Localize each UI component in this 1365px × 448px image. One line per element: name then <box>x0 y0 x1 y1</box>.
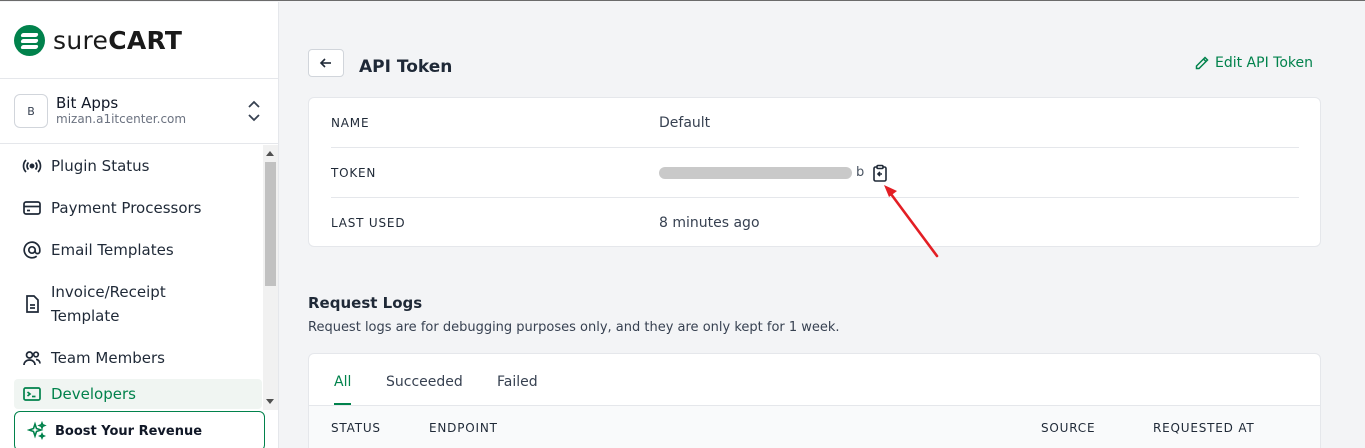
token-tail: b <box>856 165 865 180</box>
edit-api-token-link[interactable]: Edit API Token <box>1194 55 1313 71</box>
annotation-arrow-icon <box>884 185 939 258</box>
request-logs-card: All Succeeded Failed STATUS ENDPOINT SOU… <box>308 353 1321 448</box>
sidebar-item-team-members[interactable]: Team Members <box>0 337 262 379</box>
store-name: Bit Apps <box>56 94 119 112</box>
store-avatar: B <box>14 94 48 128</box>
sidebar-item-payment-processors[interactable]: Payment Processors <box>0 187 262 229</box>
users-icon <box>22 348 42 368</box>
column-status: STATUS <box>331 421 381 435</box>
sidebar-item-email-templates[interactable]: Email Templates <box>0 229 262 271</box>
arrow-left-icon <box>319 58 331 68</box>
sidebar-item-invoice-receipt-template[interactable]: Invoice/Receipt Template <box>0 271 262 337</box>
brand[interactable]: sureCART <box>0 2 278 79</box>
store-url: mizan.a1itcenter.com <box>56 112 187 126</box>
token-redacted-mask <box>659 166 852 179</box>
sidebar-nav: Plugin Status Payment Processors Email T… <box>0 145 262 409</box>
request-logs-title: Request Logs <box>308 294 423 312</box>
sidebar-scroll-thumb[interactable] <box>265 162 276 286</box>
sidebar-item-plugin-status[interactable]: Plugin Status <box>0 145 262 187</box>
sidebar-item-label: Developers <box>51 385 136 403</box>
boost-revenue-label: Boost Your Revenue <box>55 423 203 439</box>
sidebar-scrollbar[interactable] <box>263 145 278 410</box>
sidebar-item-label: Plugin Status <box>51 157 150 175</box>
sidebar-item-label: Team Members <box>51 349 165 367</box>
back-button[interactable] <box>308 49 344 77</box>
surecart-logo-icon <box>14 24 45 56</box>
label-line-1: Invoice/Receipt <box>51 283 166 301</box>
chevron-up-down-icon <box>248 100 260 122</box>
api-token-details-card: NAME Default TOKEN b LAST USED 8 minutes… <box>308 97 1321 247</box>
detail-value: Default <box>659 114 711 131</box>
store-switcher[interactable]: B Bit Apps mizan.a1itcenter.com <box>0 79 278 144</box>
column-endpoint: ENDPOINT <box>429 421 498 435</box>
tab-all[interactable]: All <box>334 374 352 405</box>
sidebar-item-label: Email Templates <box>51 241 174 259</box>
detail-row-last-used: LAST USED 8 minutes ago <box>331 198 1299 248</box>
detail-row-name: NAME Default <box>331 98 1299 148</box>
sidebar-item-label: Invoice/Receipt Template <box>51 280 166 328</box>
column-source: SOURCE <box>1041 421 1096 435</box>
scroll-up-arrow-icon[interactable] <box>266 151 274 156</box>
sidebar-item-label: Payment Processors <box>51 199 202 217</box>
detail-value: 8 minutes ago <box>659 215 760 231</box>
log-tabs: All Succeeded Failed <box>309 354 1320 406</box>
sparkles-icon <box>27 421 47 441</box>
terminal-icon <box>22 384 42 404</box>
copy-clipboard-icon[interactable] <box>872 164 888 182</box>
token-value: b <box>659 164 888 182</box>
logs-table-header: STATUS ENDPOINT SOURCE REQUESTED AT <box>309 406 1320 448</box>
at-sign-icon <box>22 240 42 260</box>
broadcast-icon <box>22 156 42 176</box>
credit-card-icon <box>22 198 42 218</box>
request-logs-description: Request logs are for debugging purposes … <box>308 320 840 335</box>
detail-key: LAST USED <box>331 216 406 230</box>
detail-key: NAME <box>331 115 370 130</box>
tab-failed[interactable]: Failed <box>497 374 538 405</box>
page-scrollbar[interactable] <box>1351 2 1365 448</box>
sidebar-item-developers[interactable]: Developers <box>14 379 262 409</box>
page-title: API Token <box>359 57 453 77</box>
pencil-icon <box>1194 55 1210 71</box>
boost-revenue-button[interactable]: Boost Your Revenue <box>14 411 265 448</box>
document-icon <box>22 294 42 314</box>
column-requested-at: REQUESTED AT <box>1153 421 1255 435</box>
edit-api-token-label: Edit API Token <box>1215 55 1313 71</box>
detail-key: TOKEN <box>331 165 377 180</box>
detail-row-token: TOKEN b <box>331 148 1299 198</box>
scroll-down-arrow-icon[interactable] <box>266 399 274 404</box>
tab-succeeded[interactable]: Succeeded <box>386 374 463 405</box>
brand-wordmark: sureCART <box>53 25 183 55</box>
label-line-2: Template <box>51 307 120 325</box>
sidebar: sureCART B Bit Apps mizan.a1itcenter.com… <box>0 2 279 448</box>
